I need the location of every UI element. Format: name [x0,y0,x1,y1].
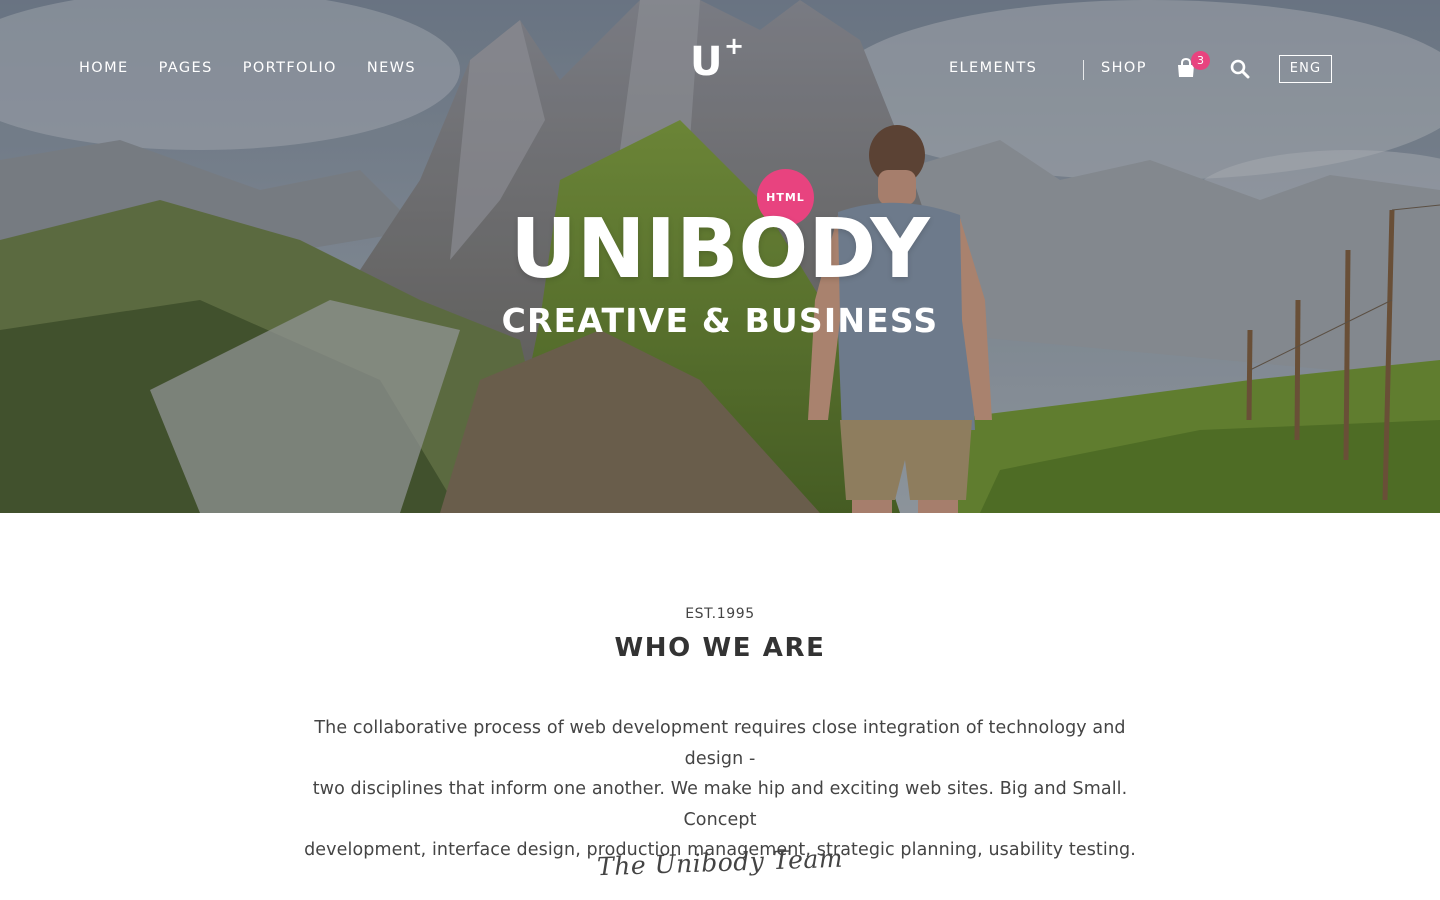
nav-item-elements[interactable]: ELEMENTS [949,60,1037,76]
nav-item-news[interactable]: NEWS [367,60,416,76]
nav-item-shop[interactable]: SHOP [1101,60,1147,76]
about-line: two disciplines that inform one another.… [312,779,1128,830]
nav-item-portfolio[interactable]: PORTFOLIO [243,60,337,76]
about-line: The collaborative process of web develop… [314,718,1126,769]
nav-divider [1083,60,1084,80]
hero-subtitle: CREATIVE & BUSINESS [501,301,939,340]
cart-count-badge: 3 [1191,51,1210,70]
hero-title: UNIBODY [510,202,930,297]
nav-item-home[interactable]: HOME [79,60,129,76]
nav-item-pages[interactable]: PAGES [159,60,213,76]
logo-plus: + [724,32,745,60]
main-nav-left: HOME PAGES PORTFOLIO NEWS [79,60,446,76]
site-logo[interactable]: U + [690,34,750,85]
language-selector[interactable]: ENG [1279,55,1332,83]
logo-letter: U [690,39,723,85]
search-icon[interactable] [1230,59,1250,79]
established-label: EST.1995 [685,606,755,622]
section-title: WHO WE ARE [614,633,826,663]
hero-banner: HOME PAGES PORTFOLIO NEWS U + ELEMENTS S… [0,0,1440,513]
